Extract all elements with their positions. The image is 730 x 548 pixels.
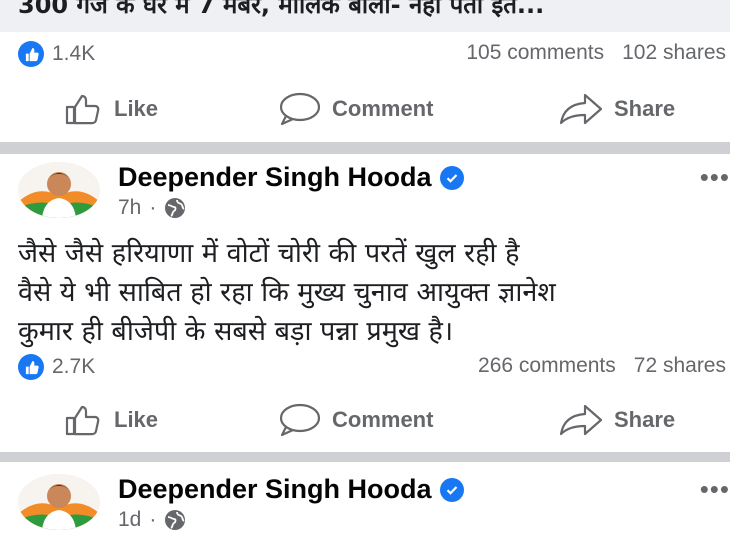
comment-bubble-icon xyxy=(279,92,321,126)
like-label: Like xyxy=(114,96,159,121)
globe-icon xyxy=(165,198,186,218)
share-button[interactable]: Share xyxy=(558,400,675,440)
like-button[interactable]: Like xyxy=(64,89,158,129)
share-arrow-icon xyxy=(559,404,603,436)
comment-label: Comment xyxy=(332,407,434,432)
meta-separator: · xyxy=(149,508,157,531)
like-button[interactable]: Like xyxy=(64,400,158,440)
post-meta: 1d · xyxy=(118,508,186,532)
share-label: Share xyxy=(614,96,676,121)
verified-badge-icon xyxy=(439,165,464,190)
comments-count-link[interactable]: 266 comments xyxy=(478,354,616,378)
post-separator xyxy=(0,142,730,154)
news-feed: 300 गज के घर में 7 मेंबर, मालिक बोली- नह… xyxy=(0,0,730,548)
more-options-button[interactable]: ••• xyxy=(700,474,730,505)
post-text-line: कुमार ही बीजेपी के सबसे बड़ा पन्ना प्रमु… xyxy=(18,316,454,347)
like-icon xyxy=(18,354,44,380)
meta-separator: · xyxy=(149,196,157,219)
like-icon xyxy=(18,41,44,67)
post-timestamp[interactable]: 7h xyxy=(118,196,141,220)
verified-badge-icon xyxy=(439,477,464,502)
avatar[interactable] xyxy=(18,162,100,218)
like-label: Like xyxy=(114,407,159,432)
globe-icon xyxy=(165,510,186,530)
post-author[interactable]: Deepender Singh Hooda xyxy=(118,162,464,193)
reactions-count: 1.4K xyxy=(52,42,96,65)
shares-count-link[interactable]: 102 shares xyxy=(622,41,726,65)
previous-post-stats: 1.4K 105 comments 102 shares xyxy=(0,41,730,71)
author-name[interactable]: Deepender Singh Hooda xyxy=(118,474,432,505)
comment-bubble-icon xyxy=(279,403,321,437)
previous-post-action-bar: Like Comment Share xyxy=(0,89,730,129)
share-arrow-icon xyxy=(559,93,603,125)
post-reactions[interactable]: 2.7K xyxy=(18,354,95,380)
next-post-header: Deepender Singh Hooda 1d · ••• xyxy=(0,474,730,544)
reactions-count: 2.7K xyxy=(52,355,96,378)
post-author[interactable]: Deepender Singh Hooda xyxy=(118,474,464,505)
post-text-line: वैसे ये भी साबित हो रहा कि मुख्य चुनाव आ… xyxy=(18,277,556,308)
thumbs-up-outline-icon xyxy=(65,405,100,436)
post-meta: 7h · xyxy=(118,196,186,220)
author-name[interactable]: Deepender Singh Hooda xyxy=(118,162,432,193)
post-action-bar: Like Comment Share xyxy=(0,400,730,440)
comment-label: Comment xyxy=(332,96,434,121)
share-button[interactable]: Share xyxy=(558,89,675,129)
post-body: जैसे जैसे हरियाणा में वोटों चोरी की परते… xyxy=(18,234,730,351)
share-label: Share xyxy=(614,407,676,432)
post-separator xyxy=(0,452,730,462)
comment-button[interactable]: Comment xyxy=(278,400,433,440)
post-stats: 2.7K 266 comments 72 shares xyxy=(0,354,730,384)
shares-count-link[interactable]: 72 shares xyxy=(634,354,726,378)
avatar[interactable] xyxy=(18,474,100,530)
post-timestamp[interactable]: 1d xyxy=(118,508,141,532)
comments-count-link[interactable]: 105 comments xyxy=(466,41,604,65)
comment-button[interactable]: Comment xyxy=(278,89,433,129)
thumbs-up-outline-icon xyxy=(65,94,100,125)
more-options-button[interactable]: ••• xyxy=(700,162,730,193)
post-text-line: जैसे जैसे हरियाणा में वोटों चोरी की परते… xyxy=(18,238,520,269)
previous-post-headline[interactable]: 300 गज के घर में 7 मेंबर, मालिक बोली- नह… xyxy=(18,0,730,21)
post-header: Deepender Singh Hooda 7h · ••• xyxy=(0,162,730,232)
previous-post-reactions[interactable]: 1.4K xyxy=(18,41,95,67)
